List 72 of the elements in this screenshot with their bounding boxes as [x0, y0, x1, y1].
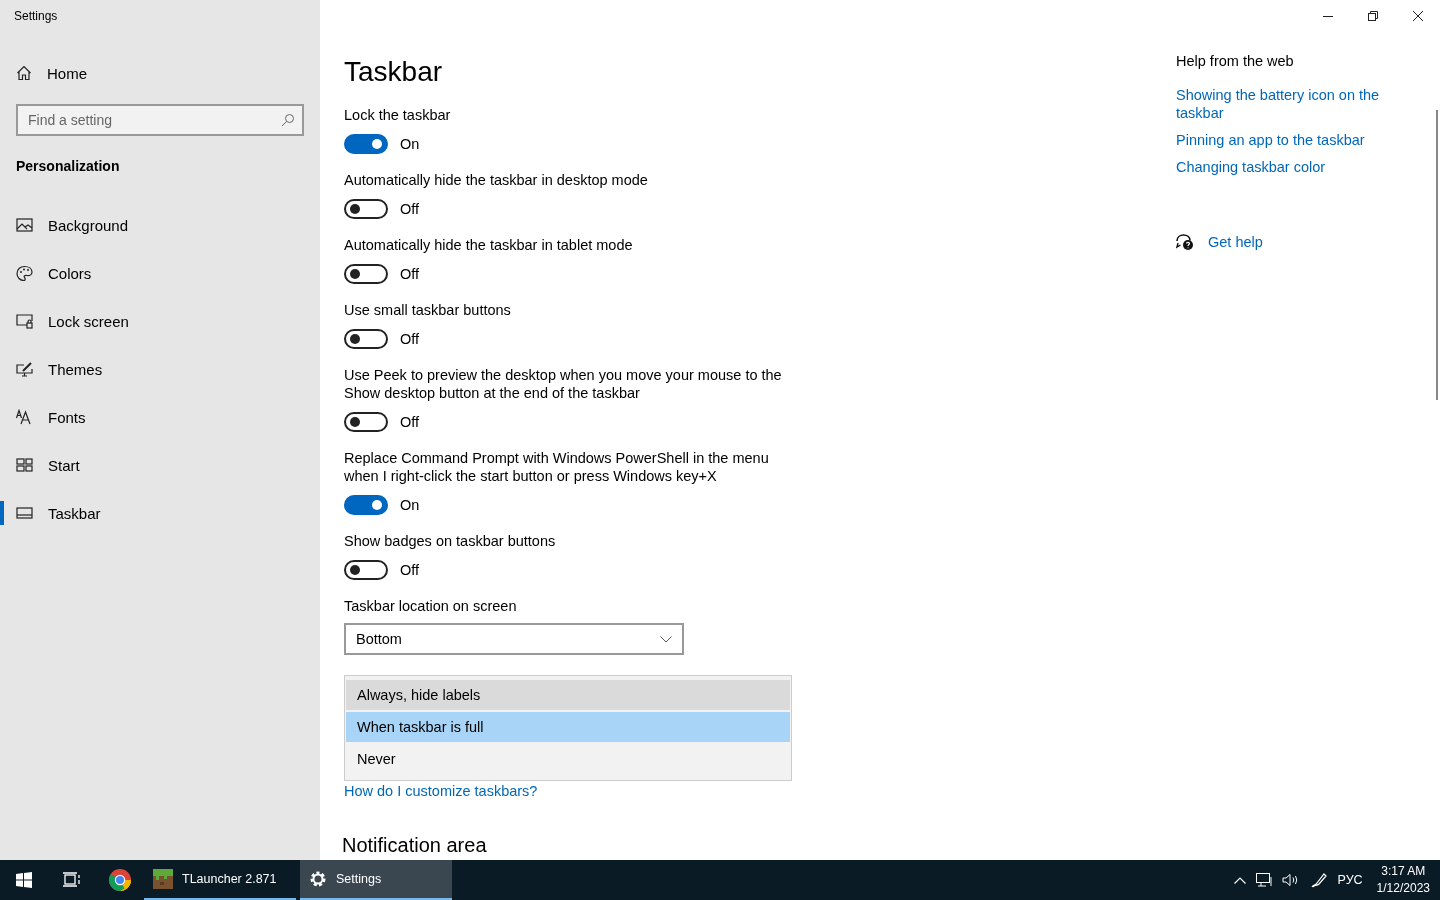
- location-dropdown[interactable]: Bottom: [344, 623, 684, 655]
- brush-screen-icon: [16, 361, 33, 377]
- taskbar-icon: [16, 505, 33, 521]
- toggle-switch[interactable]: [344, 264, 388, 284]
- help-link[interactable]: How do I customize taskbars?: [344, 782, 538, 800]
- section-heading: Personalization: [16, 157, 121, 176]
- taskbar-app-button[interactable]: Settings: [300, 860, 452, 900]
- toggle-state: On: [400, 497, 420, 513]
- taskbar-app-button[interactable]: TLauncher 2.871: [144, 860, 296, 900]
- windows-start-icon: [16, 872, 32, 888]
- chevron-up-icon: [1233, 876, 1246, 884]
- help-link[interactable]: Showing the battery icon on the taskbar: [1176, 86, 1416, 122]
- screen-lock-icon: [16, 313, 33, 329]
- nav-item[interactable]: Start: [0, 441, 320, 489]
- setting-label: Automatically hide the taskbar in tablet mode: [344, 236, 634, 254]
- toggle-state: Off: [400, 266, 420, 282]
- clock-date[interactable]: 1/12/2023: [1376, 880, 1430, 897]
- grass-block-icon: [152, 868, 174, 890]
- toggle-state: On: [400, 136, 420, 152]
- nav-item[interactable]: Themes: [0, 345, 320, 393]
- menu-option[interactable]: When taskbar is full: [346, 712, 790, 742]
- section-heading: Notification area: [342, 833, 488, 858]
- home-nav-item[interactable]: Home: [0, 49, 320, 97]
- pen-icon: [1309, 872, 1328, 888]
- clock-time[interactable]: 3:17 AM: [1376, 863, 1430, 880]
- toggle-switch[interactable]: [344, 134, 388, 154]
- font-letters-icon: [16, 409, 33, 425]
- toggle-state: Off: [400, 562, 420, 578]
- setting-label: Use Peek to preview the desktop when you move your mouse to the Show desktop button at the end of the taskbar: [344, 366, 783, 402]
- toggle-switch[interactable]: [344, 199, 388, 219]
- help-link[interactable]: Changing taskbar color: [1176, 158, 1416, 176]
- home-icon: [16, 65, 32, 81]
- nav-item[interactable]: Background: [0, 201, 320, 249]
- menu-option[interactable]: Always, hide labels: [346, 680, 790, 710]
- toggle-switch[interactable]: [344, 412, 388, 432]
- setting-label: Lock the taskbar: [344, 106, 452, 124]
- setting-label: Use small taskbar buttons: [344, 301, 512, 319]
- scrollbar-thumb[interactable]: [1436, 110, 1438, 400]
- network-monitor-icon: [1255, 873, 1272, 887]
- chevron-down-icon: [660, 635, 672, 643]
- toggle-state: Off: [400, 414, 420, 430]
- palette-icon: [16, 265, 33, 281]
- tiles-icon: [16, 457, 33, 473]
- search-field[interactable]: Find a setting: [16, 104, 304, 136]
- round-browser-icon: [108, 868, 132, 892]
- page-title: Taskbar: [344, 55, 444, 89]
- toggle-switch[interactable]: [344, 329, 388, 349]
- chat-help-icon: [1176, 234, 1194, 250]
- setting-label: Replace Command Prompt with Windows PowerShell in the menu when I right-click the start button or press Windows key+X: [344, 449, 770, 485]
- restore-icon[interactable]: [1368, 11, 1378, 21]
- gear-icon: [308, 869, 328, 889]
- search-icon: [281, 113, 295, 127]
- nav-item[interactable]: Lock screen: [0, 297, 320, 345]
- menu-option[interactable]: Never: [346, 744, 790, 774]
- nav-item[interactable]: Colors: [0, 249, 320, 297]
- task-view-icon: [63, 872, 81, 888]
- close-icon[interactable]: [1413, 11, 1423, 21]
- toggle-switch[interactable]: [344, 560, 388, 580]
- speaker-icon: [1281, 873, 1300, 887]
- nav-item[interactable]: Fonts: [0, 393, 320, 441]
- setting-label: Show badges on taskbar buttons: [344, 532, 557, 550]
- setting-label: Automatically hide the taskbar in desktop mode: [344, 171, 649, 189]
- setting-label: Taskbar location on screen: [344, 597, 518, 615]
- get-help-link[interactable]: Get help: [1208, 234, 1263, 250]
- window-title: Settings: [13, 8, 59, 25]
- toggle-state: Off: [400, 201, 420, 217]
- help-link[interactable]: Pinning an app to the taskbar: [1176, 131, 1416, 149]
- language-indicator[interactable]: РУС: [1337, 873, 1363, 887]
- picture-frame-icon: [16, 217, 33, 233]
- toggle-switch[interactable]: [344, 495, 388, 515]
- toggle-state: Off: [400, 331, 420, 347]
- help-heading: Help from the web: [1176, 52, 1295, 71]
